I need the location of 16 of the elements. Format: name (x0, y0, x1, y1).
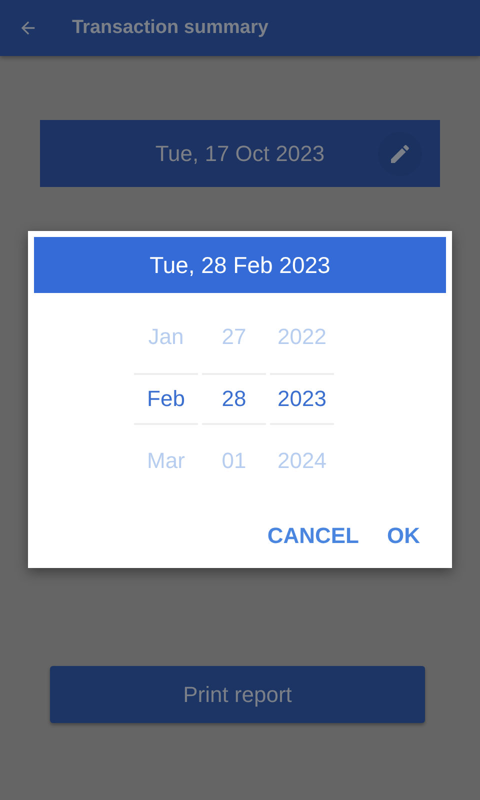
picker-option[interactable]: Jan (134, 307, 198, 367)
picker-option[interactable]: 2022 (270, 307, 334, 367)
picker-option[interactable]: Mar (134, 431, 198, 491)
picker-option[interactable]: 27 (202, 307, 266, 367)
picker-option[interactable]: 28 (202, 373, 266, 425)
picker-option[interactable]: 2024 (270, 431, 334, 491)
picker-option[interactable]: 01 (202, 431, 266, 491)
picker-option[interactable]: 2023 (270, 373, 334, 425)
page-title: Transaction summary (72, 17, 268, 39)
date-value: Tue, 17 Oct 2023 (155, 140, 325, 166)
dialog-button[interactable]: OK (381, 519, 426, 553)
dialog-button[interactable]: CANCEL (261, 519, 365, 553)
print-report-button[interactable]: Print report (50, 666, 425, 723)
picker-option[interactable]: Feb (134, 373, 198, 425)
dialog-header: Tue, 28 Feb 2023 (34, 237, 446, 293)
date-field[interactable]: Tue, 17 Oct 2023 (40, 120, 440, 187)
